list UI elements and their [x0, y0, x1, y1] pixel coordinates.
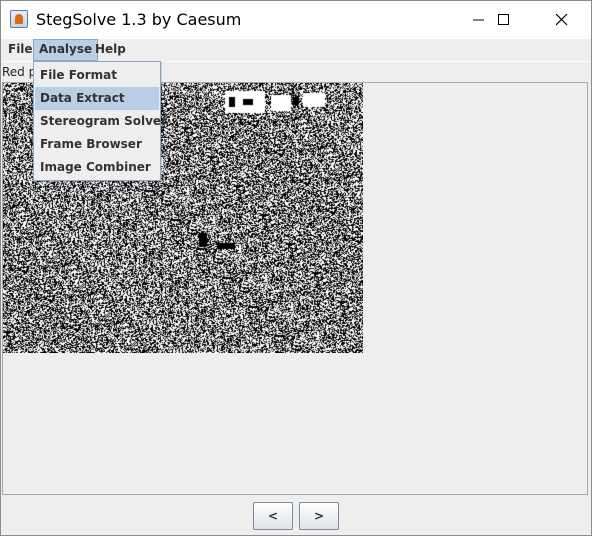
menu-item-file-format[interactable]: File Format — [35, 64, 159, 87]
maximize-icon — [498, 14, 509, 25]
menu-bar: File Analyse Help — [1, 39, 591, 62]
navigation-bar: < > — [1, 496, 591, 535]
menu-item-image-combiner[interactable]: Image Combiner — [35, 156, 159, 179]
window-title: StegSolve 1.3 by Caesum — [36, 10, 242, 29]
title-bar[interactable]: StegSolve 1.3 by Caesum — [1, 1, 591, 39]
maximize-button[interactable] — [481, 1, 527, 39]
menu-item-data-extract[interactable]: Data Extract — [35, 87, 159, 110]
menu-item-frame-browser[interactable]: Frame Browser — [35, 133, 159, 156]
menu-help[interactable]: Help — [90, 39, 131, 61]
close-icon — [556, 14, 568, 26]
java-app-icon — [10, 10, 28, 28]
next-button[interactable]: > — [299, 502, 339, 530]
menu-analyse[interactable]: Analyse — [33, 39, 99, 61]
stegsolve-window: StegSolve 1.3 by Caesum File Analyse Hel… — [0, 0, 592, 536]
close-button[interactable] — [539, 1, 585, 39]
prev-button[interactable]: < — [253, 502, 293, 530]
analyse-dropdown-menu: File Format Data Extract Stereogram Solv… — [33, 61, 167, 181]
menu-item-stereogram-solver[interactable]: Stereogram Solver — [35, 110, 167, 133]
